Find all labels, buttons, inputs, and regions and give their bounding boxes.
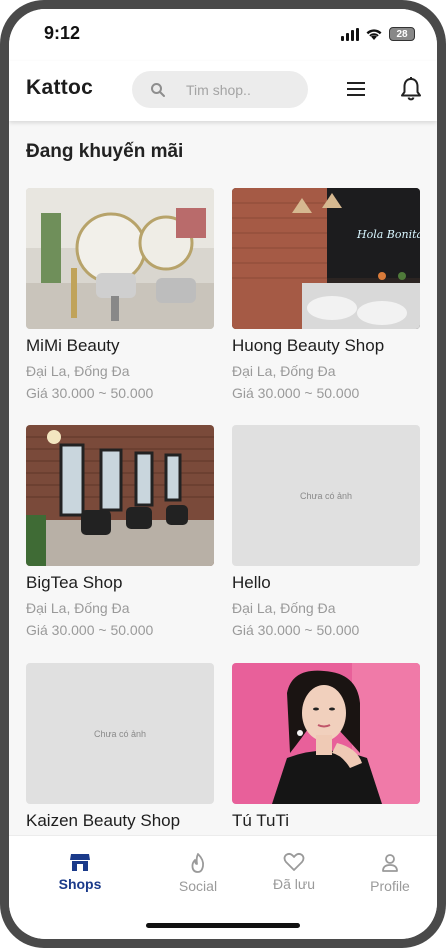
shop-image: Hola Bonita [232,188,420,329]
nav-label: Shops [58,876,102,892]
shop-image [26,188,214,329]
nav-label: Đã lưu [272,876,316,892]
app-brand: Kattoc [26,76,94,99]
flame-icon [191,853,205,873]
shop-image [26,425,214,566]
shop-image-placeholder: Chưa có ảnh [26,663,214,804]
nav-shops[interactable]: Shops [35,852,125,892]
shop-list: Đang khuyến mãi MiMi Beauty Đại La, Đống… [9,121,437,835]
store-icon [70,854,90,871]
status-icons: 28 [341,27,415,41]
shop-card[interactable]: Chưa có ảnh Hello Đại La, Đống Đa Giá 30… [232,425,420,638]
phone-screen: 9:12 28 Kattoc Tim shop.. Đang khuyến mã… [9,9,437,939]
shop-image [232,663,420,804]
home-indicator[interactable] [146,923,300,928]
shop-location: Đại La, Đống Đa [232,363,336,379]
shop-name: Kaizen Beauty Shop [26,811,181,830]
search-icon [151,82,165,97]
wifi-icon [366,29,382,40]
shop-price: Giá 30.000 ~ 50.000 [232,385,360,401]
app-bar: Kattoc Tim shop.. [9,61,437,121]
heart-icon [283,852,305,871]
shop-name: Huong Beauty Shop [232,336,385,355]
nav-label: Profile [370,878,410,894]
nav-saved[interactable]: Đã lưu [249,852,339,892]
shop-name: MiMi Beauty [26,336,120,355]
shop-location: Đại La, Đống Đa [232,600,336,616]
shop-name: Hello [232,573,271,592]
shop-name: BigTea Shop [26,573,123,592]
search-placeholder: Tim shop.. [186,81,251,98]
shop-location: Đại La, Đống Đa [26,600,130,616]
shop-card[interactable]: MiMi Beauty Đại La, Đống Đa Giá 30.000 ~… [26,188,214,401]
search-input[interactable]: Tim shop.. [132,71,308,108]
shop-price: Giá 30.000 ~ 50.000 [26,385,154,401]
shop-name: Tú TuTi [232,811,289,830]
battery-icon: 28 [389,27,415,41]
signal-icon [341,27,359,41]
bell-icon[interactable] [399,76,423,102]
shop-card[interactable]: Chưa có ảnh Kaizen Beauty Shop [26,663,214,831]
status-bar: 9:12 28 [9,9,437,61]
device-frame: 9:12 28 Kattoc Tim shop.. Đang khuyến mã… [0,0,446,948]
shop-image-placeholder: Chưa có ảnh [232,425,420,566]
svg-text:Hola Bonita: Hola Bonita [356,228,420,241]
nav-profile[interactable]: Profile [345,852,435,894]
no-image-text: Chưa có ảnh [299,490,353,501]
shop-price: Giá 30.000 ~ 50.000 [26,622,154,638]
shop-card[interactable]: Tú TuTi [232,663,420,831]
shop-location: Đại La, Đống Đa [26,363,130,379]
no-image-text: Chưa có ảnh [93,728,147,739]
status-time: 9:12 [44,23,81,43]
shop-card[interactable]: Hola Bonita Huong Beauty Shop Đại La, Đố… [232,188,420,401]
section-title: Đang khuyến mãi [26,141,184,162]
nav-social[interactable]: Social [153,852,243,894]
shop-price: Giá 30.000 ~ 50.000 [232,622,360,638]
menu-icon[interactable] [346,79,366,99]
nav-label: Social [178,878,218,894]
person-icon [382,854,398,872]
shop-card[interactable]: BigTea Shop Đại La, Đống Đa Giá 30.000 ~… [26,425,214,638]
